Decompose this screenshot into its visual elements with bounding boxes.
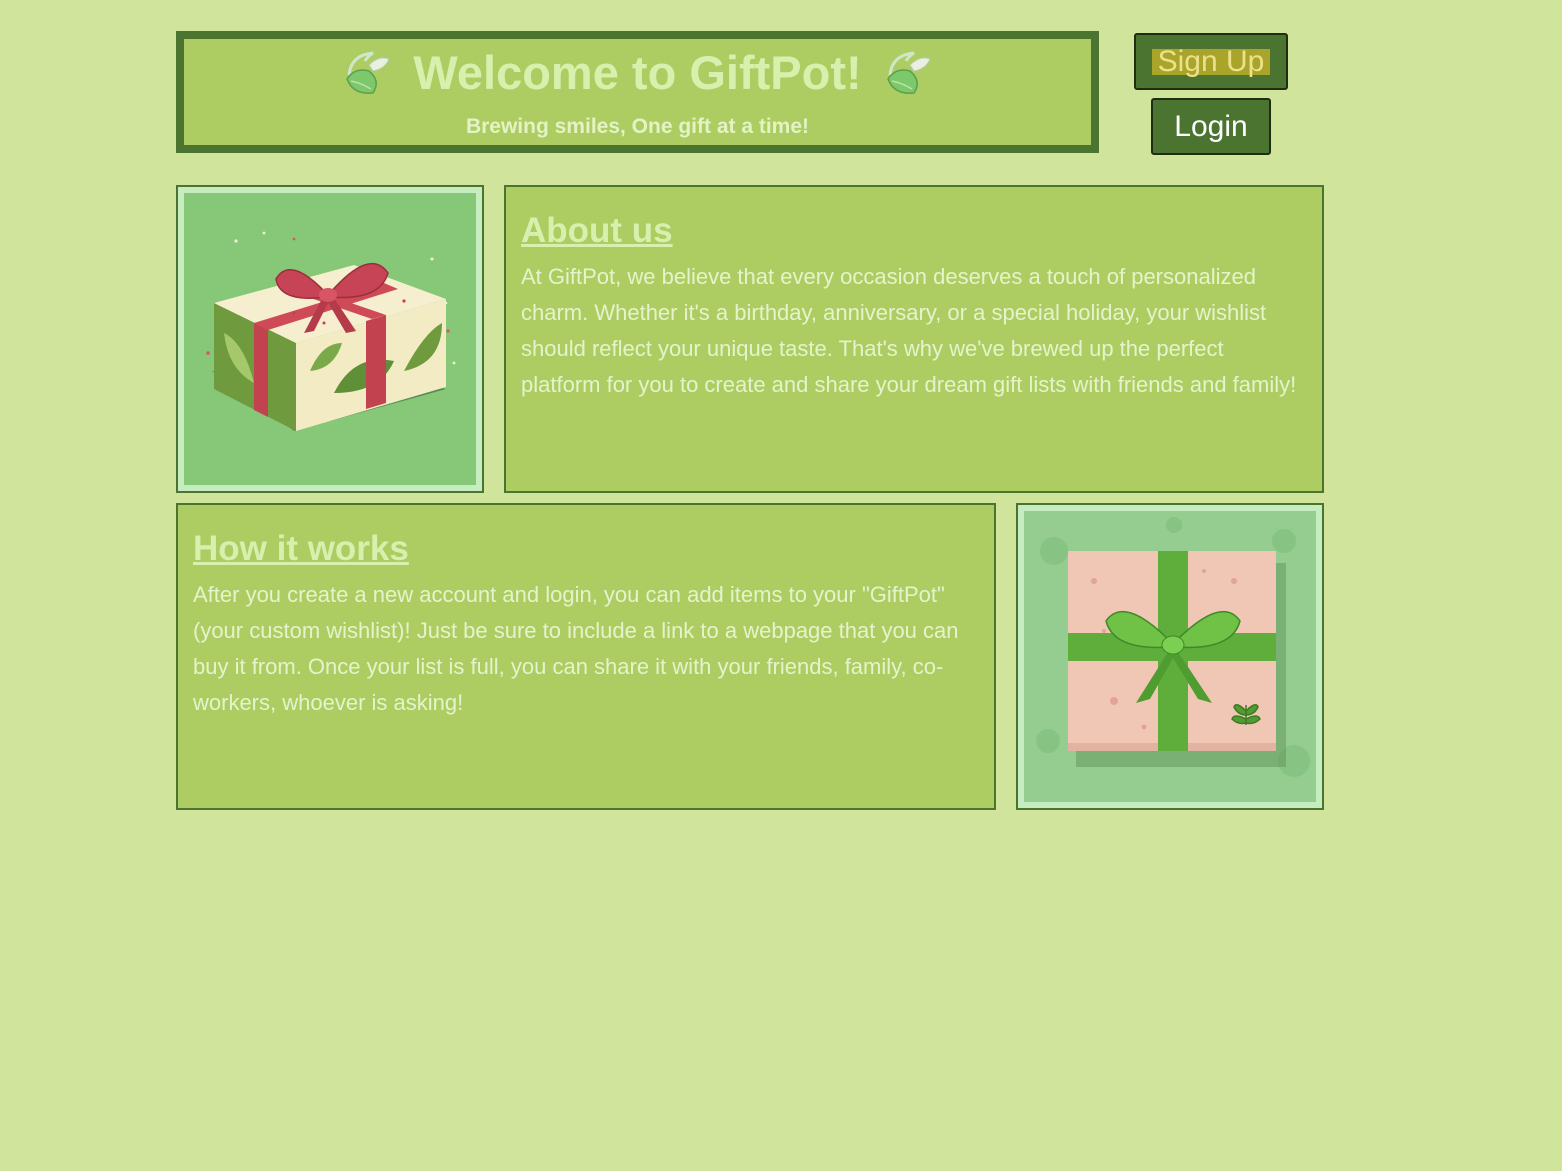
banner-title-row: Welcome to GiftPot! <box>184 41 1091 105</box>
page-title: Welcome to GiftPot! <box>413 46 862 99</box>
how-it-works-section: How it works After you create a new acco… <box>176 503 996 810</box>
how-it-works-image <box>1016 503 1324 810</box>
how-it-works-heading: How it works <box>193 529 409 568</box>
about-image <box>176 185 484 493</box>
about-body: At GiftPot, we believe that every occasi… <box>521 264 1297 397</box>
leaf-icon <box>886 51 931 94</box>
gift-box-green-ribbon-illustration <box>1024 511 1316 802</box>
page: Welcome to GiftPot! Brewing smiles, One … <box>0 0 1562 1171</box>
about-section: About us At GiftPot, we believe that eve… <box>504 185 1324 493</box>
signup-button[interactable]: Sign Up <box>1134 33 1288 90</box>
login-button[interactable]: Login <box>1151 98 1271 155</box>
gift-box-red-ribbon-illustration <box>184 193 476 485</box>
how-it-works-body: After you create a new account and login… <box>193 582 959 715</box>
about-heading: About us <box>521 211 673 250</box>
leaf-icon <box>346 51 391 94</box>
header-banner: Welcome to GiftPot! Brewing smiles, One … <box>176 31 1099 153</box>
signup-button-label: Sign Up <box>1151 46 1271 76</box>
page-subtitle: Brewing smiles, One gift at a time! <box>465 115 810 138</box>
